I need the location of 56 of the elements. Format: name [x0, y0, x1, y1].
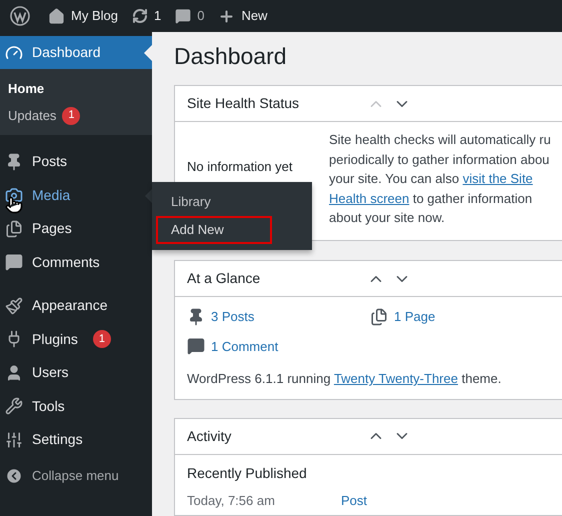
status-text: No information yet [186, 158, 294, 176]
pin-icon [5, 152, 23, 171]
pages-icon [370, 308, 388, 326]
count-link[interactable]: 1 Page [370, 307, 553, 326]
gauge-icon [5, 44, 23, 62]
menu-item[interactable]: Dashboard [0, 36, 152, 69]
speech-bubble-icon [187, 337, 205, 356]
sliders-icon [5, 430, 23, 449]
site-link[interactable]: My Blog [48, 6, 118, 26]
menu-item[interactable]: Appearance [0, 289, 152, 322]
menu-item[interactable]: Users [0, 356, 152, 390]
pointer-notch [144, 45, 152, 61]
count-link[interactable]: 3 Posts [187, 307, 370, 326]
refresh-icon [132, 8, 148, 24]
brush-icon [5, 296, 23, 315]
post-link[interactable]: Post [341, 492, 368, 508]
home-icon [48, 8, 65, 24]
site-health-link[interactable]: Health screen [329, 190, 410, 206]
panel-title: Activity [187, 426, 232, 446]
page-title: Dashboard [174, 42, 288, 71]
collapse-icon [5, 466, 23, 484]
description-text: Site health checks will automatically ru periodically to gather information abou your site. You can also visit the Site Health screen to gather information about your site now. [329, 131, 551, 227]
panel-title: At a Glance [187, 269, 260, 288]
pages-icon [5, 220, 23, 238]
count-link[interactable]: 1 Comment [187, 336, 370, 356]
date-text: Today, 7:56 am [187, 492, 276, 508]
menu-item[interactable]: Pages [0, 212, 152, 246]
panel-title: Site Health Status [187, 94, 300, 113]
flyout-item[interactable]: Library [156, 188, 308, 216]
count-badge: 1 [62, 106, 80, 124]
wrench-icon [5, 397, 23, 416]
theme-link[interactable]: Twenty Twenty-Three [334, 371, 458, 386]
speech-bubble-icon [175, 8, 192, 24]
flyout-item[interactable]: Add New [156, 216, 272, 244]
new-link[interactable]: New [218, 6, 268, 26]
menu-item[interactable]: Tools [0, 390, 152, 423]
menu-item[interactable]: Plugins 1 [0, 322, 152, 356]
logo-icon[interactable] [10, 6, 30, 26]
menu-item[interactable]: Settings [0, 423, 152, 456]
pin-icon [187, 308, 205, 326]
section-heading: Recently Published [186, 464, 308, 482]
submenu-item[interactable]: Home [0, 75, 152, 102]
updates-link[interactable]: 1 [132, 6, 162, 26]
plus-icon [218, 8, 236, 24]
user-icon [5, 364, 23, 382]
site-health-link[interactable]: visit the Site [462, 171, 533, 186]
comments-link[interactable]: 0 [175, 6, 204, 26]
menu-item[interactable]: Posts [0, 145, 152, 178]
submenu-item[interactable]: Updates 1 [0, 102, 152, 129]
menu-item[interactable]: Comments [0, 246, 152, 279]
speech-bubble-icon [5, 253, 23, 272]
collapse-menu-button[interactable]: Collapse menu [0, 458, 152, 492]
count-badge: 1 [92, 330, 111, 348]
version-text: WordPress 6.1.1 running Twenty Twenty-Three theme. [186, 370, 502, 388]
camera-icon [5, 186, 23, 204]
hand-cursor-icon [5, 196, 23, 214]
